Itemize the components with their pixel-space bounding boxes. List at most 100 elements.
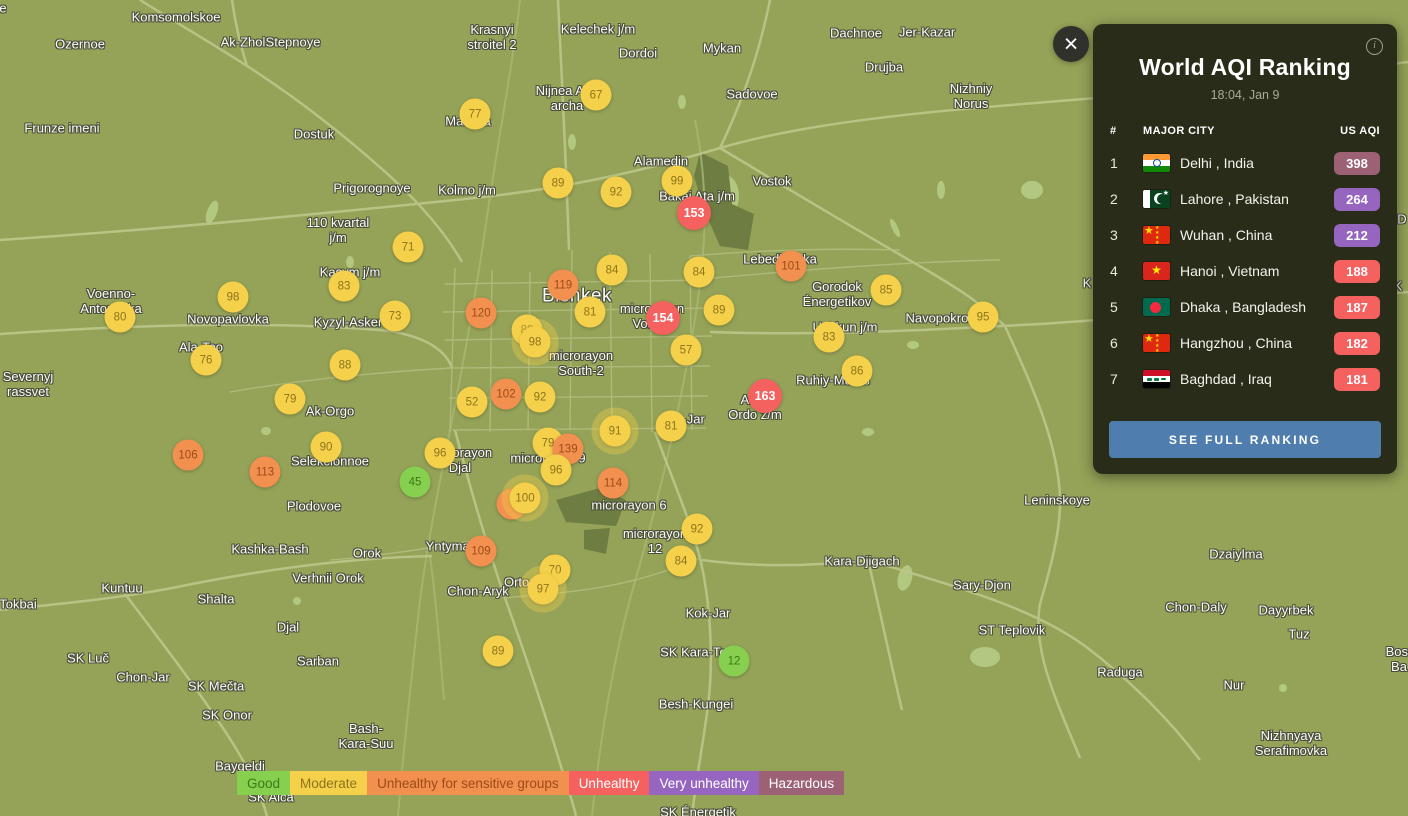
aqi-station-marker[interactable]: 163 (748, 379, 782, 413)
aqi-station-marker[interactable]: 45 (400, 467, 431, 498)
rank-number: 2 (1110, 191, 1143, 207)
ranking-row[interactable]: 4 ★ Hanoi , Vietnam 188 (1093, 253, 1397, 289)
aqi-station-marker[interactable]: 119 (548, 270, 579, 301)
aqi-value: 92 (610, 186, 623, 198)
aqi-badge: 181 (1334, 368, 1380, 391)
aqi-station-marker[interactable]: 73 (380, 301, 411, 332)
aqi-station-marker[interactable]: 76 (191, 345, 222, 376)
aqi-station-marker[interactable]: 100 (510, 483, 541, 514)
close-icon: × (1064, 30, 1079, 58)
rank-number: 4 (1110, 263, 1143, 279)
aqi-value: 139 (558, 443, 577, 455)
aqi-station-marker[interactable]: 120 (466, 298, 497, 329)
ranking-rows: 1 Delhi , India 398 2 ★ Lahore , Pakista… (1093, 145, 1397, 397)
aqi-station-marker[interactable]: 71 (393, 232, 424, 263)
aqi-station-marker[interactable]: 79 (275, 384, 306, 415)
aqi-station-marker[interactable]: 101 (776, 251, 807, 282)
aqi-station-marker[interactable]: 92 (525, 382, 556, 413)
aqi-station-marker[interactable]: 67 (581, 80, 612, 111)
ranking-row[interactable]: 3 ★★ ★★ ★ Wuhan , China 212 (1093, 217, 1397, 253)
aqi-station-marker[interactable]: 98 (520, 327, 551, 358)
aqi-station-marker[interactable]: 95 (968, 302, 999, 333)
aqi-station-marker[interactable]: 12 (719, 646, 750, 677)
close-panel-button[interactable]: × (1053, 26, 1089, 62)
aqi-station-marker[interactable]: 77 (460, 99, 491, 130)
aqi-value: 81 (584, 306, 597, 318)
col-city: MAJOR CITY (1143, 125, 1340, 137)
aqi-station-marker[interactable]: 153 (677, 196, 711, 230)
aqi-value: 45 (409, 476, 422, 488)
aqi-station-marker[interactable]: 102 (491, 379, 522, 410)
aqi-station-marker[interactable]: 99 (662, 166, 693, 197)
aqi-station-marker[interactable]: 81 (575, 297, 606, 328)
aqi-station-marker[interactable]: 83 (814, 322, 845, 353)
aqi-value: 79 (284, 393, 297, 405)
aqi-station-marker[interactable]: 154 (646, 301, 680, 335)
aqi-value: 67 (590, 89, 603, 101)
aqi-station-marker[interactable]: 81 (656, 411, 687, 442)
aqi-station-marker[interactable]: 96 (541, 455, 572, 486)
aqi-station-marker[interactable]: 84 (684, 257, 715, 288)
aqi-value: 113 (256, 466, 274, 478)
city-name: Baghdad , Iraq (1180, 371, 1334, 387)
aqi-station-marker[interactable]: 89 (704, 295, 735, 326)
ranking-row[interactable]: 1 Delhi , India 398 (1093, 145, 1397, 181)
aqi-value: 83 (338, 280, 351, 292)
aqi-station-marker[interactable]: 84 (597, 255, 628, 286)
aqi-value: 153 (684, 206, 705, 220)
aqi-station-marker[interactable]: 89 (543, 168, 574, 199)
city-name: Hanoi , Vietnam (1180, 263, 1334, 279)
panel-timestamp: 18:04, Jan 9 (1093, 88, 1397, 102)
aqi-station-marker[interactable]: 86 (842, 356, 873, 387)
city-name: Lahore , Pakistan (1180, 191, 1334, 207)
ranking-row[interactable]: 5 Dhaka , Bangladesh 187 (1093, 289, 1397, 325)
aqi-legend: GoodModerateUnhealthy for sensitive grou… (237, 771, 844, 795)
aqi-station-marker[interactable]: 91 (600, 416, 631, 447)
aqi-value: 81 (665, 420, 678, 432)
aqi-station-marker[interactable]: 114 (598, 468, 629, 499)
aqi-value: 84 (693, 266, 706, 278)
aqi-value: 95 (977, 311, 990, 323)
ranking-row[interactable]: 7 Baghdad , Iraq 181 (1093, 361, 1397, 397)
aqi-station-marker[interactable]: 92 (682, 514, 713, 545)
see-full-ranking-button[interactable]: SEE FULL RANKING (1109, 421, 1381, 458)
aqi-value: 80 (114, 311, 127, 323)
aqi-station-marker[interactable]: 88 (330, 350, 361, 381)
aqi-station-marker[interactable]: 97 (528, 574, 559, 605)
aqi-station-marker[interactable]: 80 (105, 302, 136, 333)
ranking-row[interactable]: 6 ★★ ★★ ★ Hangzhou , China 182 (1093, 325, 1397, 361)
country-flag-icon: ★ (1143, 190, 1170, 208)
city-name: Dhaka , Bangladesh (1180, 299, 1334, 315)
city-name: Wuhan , China (1180, 227, 1334, 243)
aqi-station-marker[interactable]: 84 (666, 546, 697, 577)
aqi-value: 100 (515, 492, 534, 504)
aqi-station-marker[interactable]: 85 (871, 275, 902, 306)
aqi-station-marker[interactable]: 98 (218, 282, 249, 313)
aqi-station-marker[interactable]: 109 (466, 536, 497, 567)
aqi-station-marker[interactable]: 92 (601, 177, 632, 208)
aqi-value: 76 (200, 354, 213, 366)
ranking-row[interactable]: 2 ★ Lahore , Pakistan 264 (1093, 181, 1397, 217)
legend-item: Unhealthy for sensitive groups (367, 771, 569, 795)
aqi-value: 71 (402, 241, 415, 253)
aqi-station-marker[interactable]: 83 (329, 271, 360, 302)
info-icon[interactable] (1366, 38, 1383, 55)
aqi-station-marker[interactable]: 96 (425, 438, 456, 469)
aqi-station-marker[interactable]: 52 (457, 387, 488, 418)
aqi-station-marker[interactable]: 106 (173, 440, 204, 471)
aqi-value: 88 (339, 359, 352, 371)
aqi-badge: 182 (1334, 332, 1380, 355)
aqi-value: 102 (496, 388, 515, 400)
legend-item: Good (237, 771, 290, 795)
legend-item: Very unhealthy (649, 771, 758, 795)
aqi-value: 96 (550, 464, 563, 476)
aqi-value: 98 (227, 291, 240, 303)
aqi-station-marker[interactable]: 113 (250, 457, 281, 488)
rank-number: 3 (1110, 227, 1143, 243)
aqi-value: 90 (320, 441, 333, 453)
aqi-station-marker[interactable]: 90 (311, 432, 342, 463)
aqi-station-marker[interactable]: 89 (483, 636, 514, 667)
aqi-station-marker[interactable]: 57 (671, 335, 702, 366)
aqi-value: 77 (469, 108, 482, 120)
legend-item: Moderate (290, 771, 367, 795)
